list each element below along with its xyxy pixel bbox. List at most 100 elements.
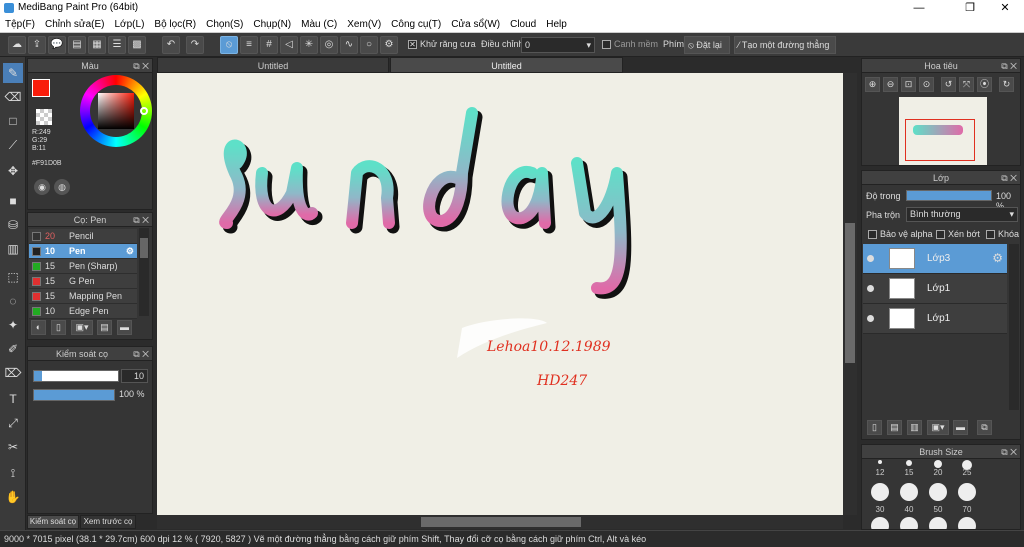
palette-icon[interactable]: ◉ — [34, 179, 50, 195]
zoom-actual-icon[interactable]: ⊙ — [919, 77, 934, 92]
undo-icon[interactable]: ↶ — [162, 36, 180, 54]
brush-size-dot[interactable] — [957, 483, 977, 503]
brush-list-item[interactable]: 10 Pen ⚙ — [29, 244, 137, 259]
adjust-dropdown[interactable]: 0 ▾ — [521, 37, 595, 53]
brush-size-dot[interactable] — [957, 517, 977, 529]
upload-icon[interactable]: ⇪ — [28, 36, 46, 54]
brush-size-dot[interactable] — [870, 483, 890, 503]
select-eraser-icon[interactable]: ⌦ — [3, 363, 23, 383]
gear-icon[interactable]: ⚙ — [992, 251, 1003, 265]
eraser-tool-icon[interactable]: ⌫ — [3, 87, 23, 107]
bucket-tool-icon[interactable]: ⛁ — [3, 215, 23, 235]
close-button[interactable]: ✕ — [990, 0, 1020, 16]
brush-size-dot-top[interactable] — [899, 459, 919, 467]
panel-close-icon[interactable]: ⧉ ✕ — [1001, 59, 1017, 73]
canvas[interactable]: Lehoa10.12.1989 HD247 — [157, 73, 843, 515]
new-halftone-layer-icon[interactable]: ▤ — [887, 420, 902, 435]
redo-icon[interactable]: ↷ — [186, 36, 204, 54]
antialias-checkbox[interactable]: Khử răng cưa — [408, 39, 476, 50]
menu-item-5[interactable]: Chụp(N) — [248, 16, 296, 33]
visibility-eye-icon[interactable] — [867, 315, 874, 322]
visibility-eye-icon[interactable] — [867, 285, 874, 292]
brush-size-dot-top[interactable] — [928, 459, 948, 468]
zoom-out-icon[interactable]: ⊖ — [883, 77, 898, 92]
layer-opacity-slider[interactable] — [906, 190, 992, 201]
menu-item-1[interactable]: Chỉnh sửa(E) — [40, 16, 110, 33]
layer-row[interactable]: Lớp1 — [863, 304, 1007, 334]
vanish-snap-icon[interactable]: ◁ — [280, 36, 298, 54]
straight-line-button[interactable]: ⁄ Tạo một đường thẳng — [734, 36, 836, 54]
brush-props-icon[interactable]: ▤ — [97, 320, 112, 335]
snap-settings-icon[interactable]: ⚙ — [380, 36, 398, 54]
new-layer-icon[interactable]: ▯ — [867, 420, 882, 435]
brush-add-icon[interactable]: ◐ — [31, 320, 46, 335]
menu-item-2[interactable]: Lớp(L) — [110, 16, 150, 33]
panel-close-icon[interactable]: ⧉ ✕ — [1001, 445, 1017, 459]
menu-item-3[interactable]: Bộ lọc(R) — [149, 16, 201, 33]
reset-button[interactable]: ⦸ Đặt lại — [684, 36, 730, 54]
brush-size-dot[interactable] — [870, 517, 890, 529]
fit-icon[interactable]: ⊡ — [901, 77, 916, 92]
brush-menu-icon[interactable]: ▣▾ — [71, 320, 93, 335]
menu-item-7[interactable]: Xem(V) — [342, 16, 386, 33]
menu-item-10[interactable]: Cloud — [505, 16, 541, 33]
hue-marker[interactable] — [140, 107, 148, 115]
magic-wand-icon[interactable]: ✦ — [3, 315, 23, 335]
brush-size-dot[interactable] — [899, 483, 919, 503]
comment-icon[interactable]: ▤ — [68, 36, 86, 54]
brush-new-icon[interactable]: ▯ — [51, 320, 66, 335]
protect-alpha-checkbox[interactable]: Bảo vệ alpha — [868, 229, 933, 240]
lasso-tool-icon[interactable]: ◌ — [3, 291, 23, 311]
hand-tool-icon[interactable]: ✋ — [3, 487, 23, 507]
color-wheel[interactable] — [80, 75, 152, 147]
radial-snap-icon[interactable]: ✳ — [300, 36, 318, 54]
cloud-icon[interactable]: ☁ — [8, 36, 26, 54]
palette-add-icon[interactable]: ◍ — [54, 179, 70, 195]
brush-size-slider[interactable] — [33, 370, 119, 382]
rotate-right-icon[interactable]: ↻ — [999, 77, 1014, 92]
list-icon[interactable]: ☰ — [108, 36, 126, 54]
tab-document-1[interactable]: Untitled — [157, 57, 389, 73]
new-layer-8bit-icon[interactable]: ▥ — [907, 420, 922, 435]
brush-size-dot[interactable] — [899, 517, 919, 529]
menu-item-9[interactable]: Cửa sổ(W) — [446, 16, 505, 33]
panel-close-icon[interactable]: ⧉ ✕ — [133, 213, 149, 227]
tab-document-2[interactable]: Untitled — [390, 57, 623, 73]
brush-list-item[interactable]: 20 Pencil — [29, 229, 137, 244]
snap-soft-checkbox[interactable]: Canh mềm — [602, 39, 658, 50]
fill-rect-icon[interactable]: ■ — [3, 191, 23, 211]
layer-row[interactable]: Lớp3 ⚙ — [863, 244, 1007, 274]
clipping-checkbox[interactable]: Xén bớt — [936, 229, 980, 240]
menu-item-4[interactable]: Chọn(S) — [201, 16, 248, 33]
grid-icon[interactable]: ▩ — [128, 36, 146, 54]
select-rect-icon[interactable]: ⬚ — [3, 267, 23, 287]
transparent-swatch[interactable] — [36, 109, 52, 125]
brush-size-dot[interactable] — [928, 483, 948, 503]
move-tool-icon[interactable]: ✥ — [3, 161, 23, 181]
gear-icon[interactable]: ⚙ — [126, 244, 134, 259]
brush-size-dot-top[interactable] — [957, 459, 977, 470]
brush-folder-icon[interactable]: ▬ — [117, 320, 132, 335]
layer-list-scrollbar[interactable] — [1009, 244, 1019, 410]
tab-brush-control[interactable]: Kiểm soát cọ — [27, 515, 79, 529]
layer-folder-icon[interactable]: ▬ — [953, 420, 968, 435]
minimize-button[interactable]: — — [904, 0, 934, 16]
panel-close-icon[interactable]: ⧉ ✕ — [133, 59, 149, 73]
snap-off-icon[interactable]: ⦸ — [220, 36, 238, 54]
brush-size-value[interactable]: 10 — [121, 369, 148, 383]
menu-item-11[interactable]: Help — [541, 16, 572, 33]
curve-snap-icon[interactable]: ∿ — [340, 36, 358, 54]
document-icon[interactable]: ▦ — [88, 36, 106, 54]
layer-add-menu-icon[interactable]: ▣▾ — [927, 420, 949, 435]
chat-icon[interactable]: 💬 — [48, 36, 66, 54]
brush-list-item[interactable]: 15 Mapping Pen — [29, 289, 137, 304]
gradient-tool-icon[interactable]: ▥ — [3, 239, 23, 259]
canvas-vertical-scrollbar[interactable] — [843, 73, 857, 515]
select-pen-icon[interactable]: ✐ — [3, 339, 23, 359]
brush-opacity-slider[interactable] — [33, 389, 115, 401]
menu-item-6[interactable]: Màu (C) — [296, 16, 342, 33]
rect-tool-icon[interactable]: □ — [3, 111, 23, 131]
brush-list-item[interactable]: 10 Edge Pen — [29, 304, 137, 319]
saturation-square[interactable] — [98, 93, 134, 129]
ellipse-snap-icon[interactable]: ○ — [360, 36, 378, 54]
